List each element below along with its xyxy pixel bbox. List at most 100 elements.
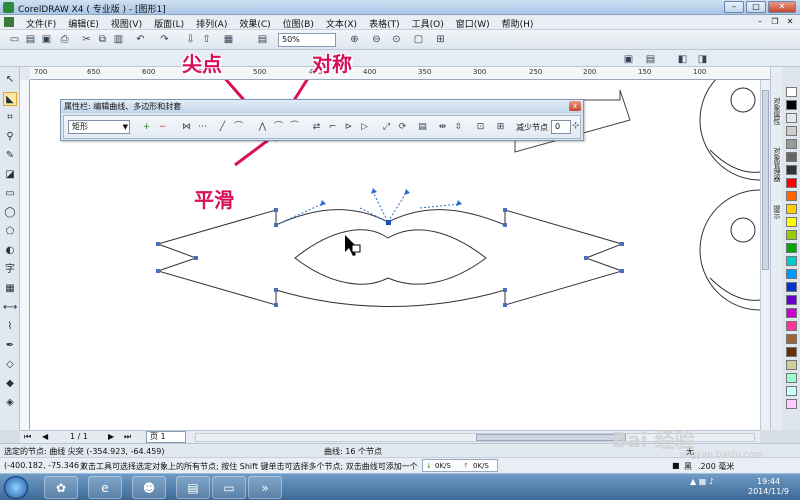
smooth-node-icon[interactable]: ⌒: [272, 121, 285, 134]
connector-tool-icon[interactable]: ⌇: [3, 320, 17, 334]
taskbar-internet-explorer-icon[interactable]: e: [88, 476, 122, 499]
zoom-selection-icon[interactable]: ⊙: [390, 33, 403, 46]
docker-tab-hints[interactable]: 提示: [772, 205, 782, 219]
palette-swatch[interactable]: [786, 399, 797, 409]
dialog-title[interactable]: 属性栏: 编辑曲线、多边形和封套: [61, 100, 583, 113]
palette-swatch[interactable]: [786, 308, 797, 318]
taskbar-window-icon[interactable]: ▭: [212, 476, 246, 499]
docker-tab-object-manager[interactable]: 对象管理器: [772, 147, 782, 182]
break-curve-icon[interactable]: ⋯: [196, 121, 209, 134]
transform-icon[interactable]: ◨: [696, 53, 709, 66]
smart-fill-icon[interactable]: ◪: [3, 168, 17, 182]
taskbar-qq-icon[interactable]: ☻: [132, 476, 166, 499]
palette-swatch[interactable]: [786, 165, 797, 175]
join-nodes-icon[interactable]: ⋈: [180, 121, 193, 134]
horizontal-scroll-thumb[interactable]: [476, 434, 626, 441]
prev-page-button[interactable]: ◀: [42, 432, 48, 441]
reflect-horizontal-icon[interactable]: ⇹: [436, 121, 449, 134]
vertical-scrollbar[interactable]: [760, 80, 770, 430]
zoom-out-icon[interactable]: ⊖: [370, 33, 383, 46]
undo-icon[interactable]: ↶: [134, 33, 147, 46]
palette-swatch[interactable]: [786, 230, 797, 240]
menu-bitmaps[interactable]: 位图(B): [277, 17, 320, 30]
palette-swatch[interactable]: [786, 334, 797, 344]
close-button[interactable]: ✕: [768, 1, 796, 13]
add-node-icon[interactable]: +: [140, 121, 153, 134]
zoom-tool-icon[interactable]: ⚲: [3, 130, 17, 144]
palette-swatch[interactable]: [786, 87, 797, 97]
palette-swatch[interactable]: [786, 126, 797, 136]
menu-text[interactable]: 文本(X): [320, 17, 363, 30]
page-tab[interactable]: 页 1: [146, 431, 186, 443]
freehand-tool-icon[interactable]: ✎: [3, 149, 17, 163]
rectangle-tool-icon[interactable]: ▭: [3, 187, 17, 201]
doc-restore-icon[interactable]: ❐: [769, 16, 781, 28]
extend-curve-icon[interactable]: ⌐: [326, 121, 339, 134]
rotate-nodes-icon[interactable]: ⟳: [396, 121, 409, 134]
save-icon[interactable]: ▣: [40, 33, 53, 46]
palette-swatch[interactable]: [786, 269, 797, 279]
palette-swatch[interactable]: [786, 360, 797, 370]
dialog-close-button[interactable]: x: [569, 101, 581, 111]
palette-swatch[interactable]: [786, 321, 797, 331]
eyedropper-tool-icon[interactable]: ✒: [3, 339, 17, 353]
palette-swatch[interactable]: [786, 217, 797, 227]
edited-curve-inner[interactable]: [294, 229, 487, 285]
pick-tool-icon[interactable]: ↖: [3, 73, 17, 87]
taskbar-coreldraw-icon[interactable]: »: [248, 476, 282, 499]
menu-layout[interactable]: 版面(L): [148, 17, 190, 30]
docker-tab-object-properties[interactable]: 对象属性: [772, 97, 782, 125]
text-tool-icon[interactable]: 字: [3, 263, 17, 277]
menu-effects[interactable]: 效果(C): [233, 17, 276, 30]
palette-swatch[interactable]: [786, 100, 797, 110]
redo-icon[interactable]: ↷: [158, 33, 171, 46]
select-all-nodes-icon[interactable]: ⊞: [494, 121, 507, 134]
fill-tool-icon[interactable]: ◆: [3, 377, 17, 391]
outline-tool-icon[interactable]: ◇: [3, 358, 17, 372]
shape-tool-icon[interactable]: ◣: [3, 92, 17, 106]
menu-arrange[interactable]: 排列(A): [190, 17, 233, 30]
layout-icon[interactable]: ▤: [644, 53, 657, 66]
maximize-button[interactable]: □: [746, 1, 766, 13]
palette-swatch[interactable]: [786, 282, 797, 292]
copy-icon[interactable]: ⧉: [96, 33, 109, 46]
tray-volume-icon[interactable]: ♪: [709, 477, 714, 486]
menu-table[interactable]: 表格(T): [363, 17, 406, 30]
doc-minimize-icon[interactable]: –: [754, 16, 766, 28]
open-icon[interactable]: ▤: [24, 33, 37, 46]
welcome-screen-icon[interactable]: ▤: [256, 33, 269, 46]
new-icon[interactable]: ▭: [8, 33, 21, 46]
align-nodes-icon[interactable]: ▤: [416, 121, 429, 134]
menu-window[interactable]: 窗口(W): [450, 17, 496, 30]
zoom-page-icon[interactable]: ▢: [412, 33, 425, 46]
menu-file[interactable]: 文件(F): [20, 17, 62, 30]
doc-close-icon[interactable]: ✕: [784, 16, 796, 28]
dimension-tool-icon[interactable]: ⟷: [3, 301, 17, 315]
smiley-face-bottom[interactable]: [699, 189, 760, 311]
symmetric-node-icon[interactable]: ⏜: [288, 121, 301, 134]
polygon-tool-icon[interactable]: ⬠: [3, 225, 17, 239]
palette-swatch[interactable]: [786, 386, 797, 396]
menu-view[interactable]: 视图(V): [105, 17, 148, 30]
snap-icon[interactable]: ⊞: [434, 33, 447, 46]
auto-close-icon[interactable]: ▷: [358, 121, 371, 134]
zoom-level-select[interactable]: 50%: [278, 33, 336, 47]
menu-tools[interactable]: 工具(O): [406, 17, 450, 30]
menu-edit[interactable]: 编辑(E): [62, 17, 105, 30]
zoom-in-icon[interactable]: ⊕: [348, 33, 361, 46]
node-control-handles[interactable]: [275, 191, 461, 226]
basic-shapes-icon[interactable]: ◐: [3, 244, 17, 258]
taskbar-colorful-app-icon[interactable]: ✿: [44, 476, 78, 499]
horizontal-ruler[interactable]: 700 650 600 550 500 450 400 350 300 250 …: [30, 67, 770, 80]
reverse-direction-icon[interactable]: ⇄: [310, 121, 323, 134]
palette-swatch[interactable]: [786, 373, 797, 383]
print-icon[interactable]: ⎙: [58, 33, 71, 46]
vertical-ruler[interactable]: [20, 80, 30, 430]
selection-mode-select[interactable]: 矩形 ▼: [68, 120, 130, 134]
paste-icon[interactable]: ▥: [112, 33, 125, 46]
palette-swatch[interactable]: [786, 347, 797, 357]
curve-nodes[interactable]: [156, 208, 624, 307]
palette-swatch[interactable]: [786, 256, 797, 266]
palette-swatch[interactable]: [786, 152, 797, 162]
ellipse-tool-icon[interactable]: ◯: [3, 206, 17, 220]
